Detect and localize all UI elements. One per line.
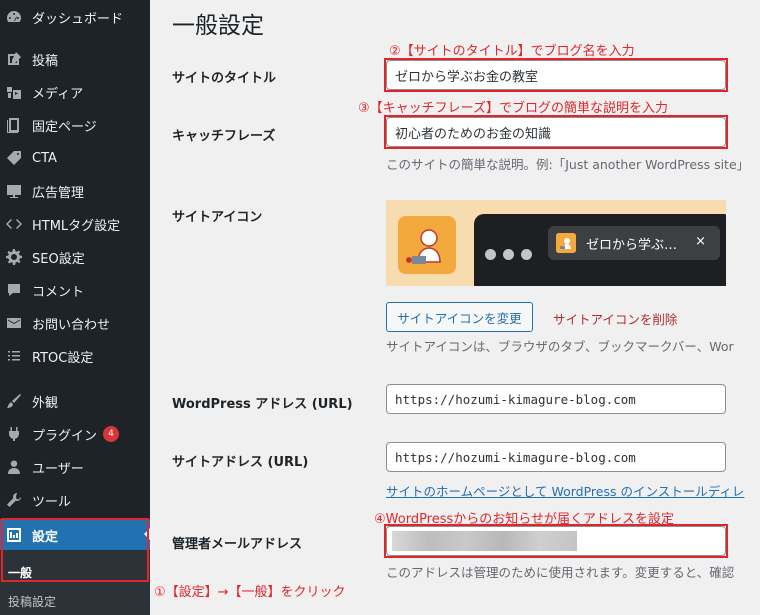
sidebar-item-label: ツール (32, 494, 72, 510)
sidebar-item-label: 広告管理 (32, 185, 85, 201)
sidebar-item-dashboard[interactable]: ダッシュボード (0, 2, 150, 32)
sidebar-item-label: メディア (32, 86, 84, 102)
plugin-icon (4, 424, 24, 444)
list-icon (4, 346, 24, 366)
browser-tab-preview: ゼロから学ぶ… × (474, 214, 726, 286)
media-icon (4, 82, 24, 102)
admin-email-highlight-box (384, 524, 728, 558)
sidebar-item-tools[interactable]: ツール (0, 485, 150, 515)
remove-site-icon-link[interactable]: サイトアイコンを削除 (553, 309, 677, 328)
sidebar-item-label: お問い合わせ (32, 317, 111, 333)
admin-email-description: このアドレスは管理のために使用されます。変更すると、確認 (386, 565, 735, 580)
change-site-icon-button[interactable]: サイトアイコンを変更 (386, 302, 533, 332)
ad-icon (4, 181, 24, 201)
sidebar-item-label: 投稿 (32, 53, 59, 69)
sidebar-item-contact[interactable]: お問い合わせ (0, 308, 150, 338)
sidebar-item-label: ダッシュボード (32, 11, 124, 27)
sidebar-item-plugins[interactable]: プラグイン 4 (0, 419, 150, 449)
site-icon-description: サイトアイコンは、ブラウザのタブ、ブックマークバー、Wor (386, 339, 734, 354)
site-title-label: サイトのタイトル (172, 71, 277, 86)
annotation-step-3: ③【キャッチフレーズ】でブログの簡単な説明を入力 (358, 101, 669, 116)
sidebar-item-label: プラグイン (32, 428, 98, 444)
window-dot-icon (503, 249, 514, 260)
browser-tab: ゼロから学ぶ… × (548, 226, 720, 260)
sidebar-item-label: CTA (32, 150, 57, 166)
sidebar-item-ads[interactable]: 広告管理 (0, 176, 150, 206)
site-icon-preview: ゼロから学ぶ… × (386, 200, 726, 286)
sidebar-item-rtoc[interactable]: RTOC設定 (0, 341, 150, 371)
site-address-input[interactable]: https://hozumi-kimagure-blog.com (386, 442, 726, 472)
brush-icon (4, 391, 24, 411)
window-dot-icon (521, 249, 532, 260)
gear-icon (4, 247, 24, 267)
site-icon-label: サイトアイコン (172, 210, 263, 225)
site-address-help-link[interactable]: サイトのホームページとして WordPress のインストールディレ (386, 481, 744, 500)
sidebar-item-cta[interactable]: CTA (0, 143, 150, 173)
dashboard-icon (4, 7, 24, 27)
sidebar-item-label: RTOC設定 (32, 350, 94, 366)
sidebar-item-comments[interactable]: コメント (0, 275, 150, 305)
sidebar-item-label: HTMLタグ設定 (32, 218, 121, 234)
annotation-step-1: ①【設定】→【一般】をクリック (154, 585, 346, 600)
sidebar-item-users[interactable]: ユーザー (0, 452, 150, 482)
tagline-label: キャッチフレーズ (172, 129, 276, 144)
admin-email-label: 管理者メールアドレス (172, 537, 303, 552)
wp-address-label: WordPress アドレス (URL) (172, 397, 353, 412)
wrench-icon (4, 490, 24, 510)
sidebar-item-label: ユーザー (32, 461, 84, 477)
comment-icon (4, 280, 24, 300)
close-icon: × (695, 234, 706, 249)
pin-icon (4, 49, 24, 69)
page-title: 一般設定 (172, 13, 264, 39)
tag-icon (4, 148, 24, 168)
mail-icon (4, 313, 24, 333)
user-icon (4, 457, 24, 477)
page-icon (4, 115, 24, 135)
sidebar-item-label: 固定ページ (32, 119, 97, 135)
sidebar-item-html-tags[interactable]: HTMLタグ設定 (0, 209, 150, 239)
update-count-badge: 4 (103, 426, 120, 442)
annotation-step-2: ②【サイトのタイトル】でブログ名を入力 (389, 44, 635, 59)
wp-address-input[interactable]: https://hozumi-kimagure-blog.com (386, 384, 726, 414)
sidebar-item-label: コメント (32, 284, 85, 300)
browser-tab-title: ゼロから学ぶ… (586, 237, 678, 253)
sidebar-item-seo[interactable]: SEO設定 (0, 242, 150, 272)
code-icon (4, 214, 24, 234)
tagline-description: このサイトの簡単な説明。例:「Just another WordPress si… (386, 157, 750, 172)
site-title-highlight-box (384, 58, 728, 92)
tagline-highlight-box (384, 115, 728, 149)
sidebar-item-pages[interactable]: 固定ページ (0, 110, 150, 140)
sidebar-item-media[interactable]: メディア (0, 77, 150, 107)
sidebar-item-label: 外観 (32, 395, 59, 411)
sidebar-item-posts[interactable]: 投稿 (0, 44, 150, 74)
submenu-item-writing[interactable]: 投稿設定 (8, 593, 56, 610)
window-dot-icon (485, 249, 496, 260)
settings-highlight-box (1, 518, 149, 582)
favicon-icon (556, 233, 576, 253)
sidebar-item-label: SEO設定 (32, 251, 85, 267)
sidebar-item-appearance[interactable]: 外観 (0, 386, 150, 416)
site-address-label: サイトアドレス (URL) (172, 455, 309, 470)
site-icon-image (398, 216, 456, 274)
